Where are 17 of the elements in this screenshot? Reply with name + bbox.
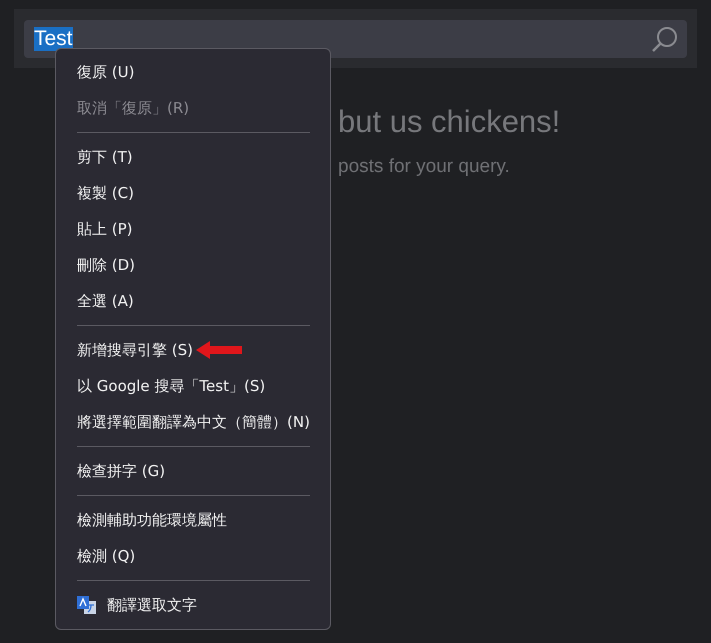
- menu-item[interactable]: 全選 (A): [56, 283, 330, 319]
- menu-item[interactable]: 貼上 (P): [56, 211, 330, 247]
- menu-item[interactable]: 複製 (C): [56, 175, 330, 211]
- menu-item[interactable]: 剪下 (T): [56, 139, 330, 175]
- menu-item[interactable]: 刪除 (D): [56, 247, 330, 283]
- menu-item[interactable]: 檢測輔助功能環境屬性: [56, 502, 330, 538]
- menu-item[interactable]: 檢查拼字 (G): [56, 453, 330, 489]
- search-text: Test: [34, 27, 73, 51]
- menu-item[interactable]: 翻譯選取文字: [56, 587, 330, 623]
- result-message: posts for your query.: [338, 156, 511, 178]
- translate-icon: [77, 596, 97, 614]
- search-icon[interactable]: [651, 25, 679, 53]
- menu-item[interactable]: 以 Google 搜尋「Test」(S): [56, 368, 330, 404]
- menu-item[interactable]: 檢測 (Q): [56, 538, 330, 574]
- menu-item[interactable]: 新增搜尋引擎 (S): [56, 332, 330, 368]
- menu-item[interactable]: 將選擇範圍翻譯為中文（簡體）(N): [56, 404, 330, 440]
- headline: but us chickens!: [338, 103, 562, 141]
